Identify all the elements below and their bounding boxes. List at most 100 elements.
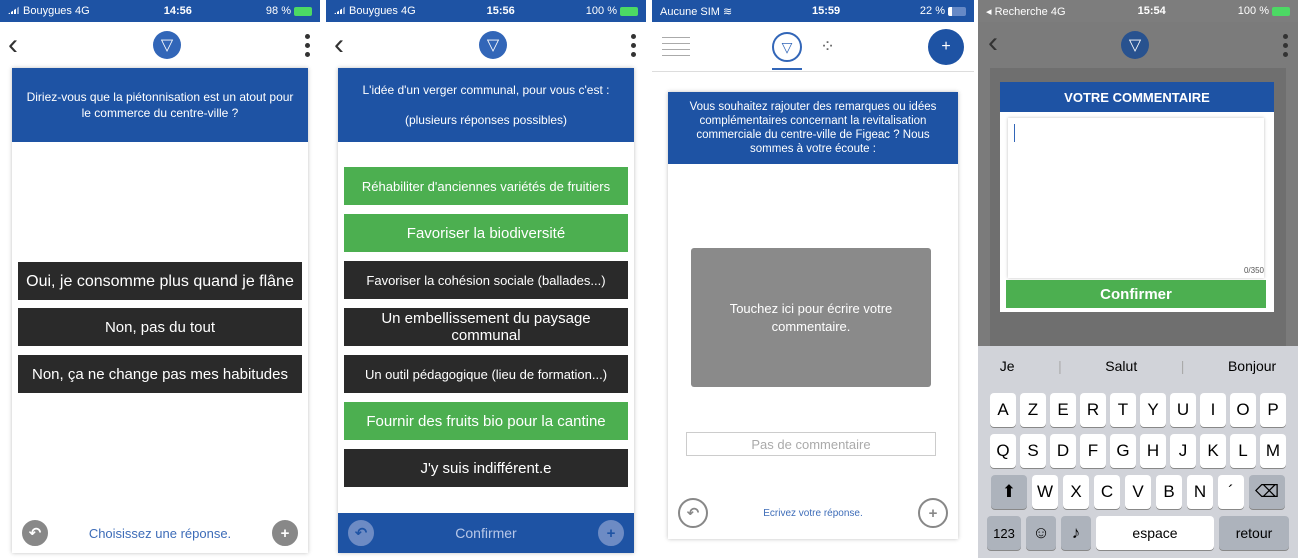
undo-icon[interactable]: ↶ [678, 498, 708, 528]
clock: 14:56 [163, 5, 192, 17]
add-icon[interactable]: + [918, 498, 948, 528]
key[interactable]: I [1200, 393, 1226, 427]
carrier: Aucune SIM [660, 5, 720, 18]
text-cursor [1014, 124, 1015, 142]
key[interactable]: L [1230, 434, 1256, 468]
battery-icon [947, 6, 966, 16]
key[interactable]: Z [1020, 393, 1046, 427]
answer-option-3[interactable]: Favoriser la cohésion sociale (ballades.… [344, 261, 628, 299]
add-icon[interactable]: + [598, 520, 624, 546]
key[interactable]: A [990, 393, 1016, 427]
confirm-button[interactable]: Confirmer [1006, 280, 1266, 308]
shift-key-icon[interactable]: ⬆ [991, 475, 1027, 509]
nav-bar: ‹ ▽ [326, 22, 646, 68]
comment-tap-area[interactable]: Touchez ici pour écrire votre commentair… [691, 248, 931, 387]
answer-option-6[interactable]: Fournir des fruits bio pour la cantine [344, 402, 628, 440]
return-key[interactable]: retour [1219, 516, 1289, 550]
key[interactable]: T [1110, 393, 1136, 427]
comment-field[interactable]: Pas de commentaire [686, 432, 936, 456]
space-key[interactable]: espace [1096, 516, 1214, 550]
answer-option-2[interactable]: Favoriser la biodiversité [344, 214, 628, 252]
card-footer: ↶ Choisissez une réponse. + [12, 513, 308, 553]
battery-percent: 100 % [585, 5, 617, 17]
key[interactable]: W [1032, 475, 1058, 509]
microphone-key-icon[interactable]: ♪ [1061, 516, 1091, 550]
key-row-4: 123 ☺ ♪ espace retour [978, 516, 1298, 550]
suggestion-1[interactable]: Je [1000, 358, 1015, 374]
answer-option-7[interactable]: J'y suis indifférent.e [344, 449, 628, 487]
add-button[interactable]: + [928, 28, 964, 65]
answer-option-2[interactable]: Non, pas du tout [18, 308, 302, 346]
question-text: L'idée d'un verger communal, pour vous c… [362, 83, 610, 97]
char-counter: 0/350 [1243, 266, 1264, 275]
back-icon[interactable]: ‹ [334, 30, 358, 60]
answer-option-4[interactable]: Un embellissement du paysage communal [344, 308, 628, 346]
key[interactable]: Q [990, 434, 1016, 468]
footer-text: Ecrivez votre réponse. [763, 507, 863, 519]
confirm-button[interactable]: Confirmer [455, 525, 516, 541]
key-row-3: ⬆ W X C V B N ´ ⌫ [978, 475, 1298, 509]
carrier: Bouygues 4G [349, 5, 416, 17]
key[interactable]: J [1170, 434, 1196, 468]
screen-2: Bouygues 4G 15:56 100 % ‹ ▽ L'idée d'un … [326, 0, 646, 558]
undo-icon[interactable]: ↶ [22, 520, 48, 546]
keyboard: Je | Salut | Bonjour A Z E R T Y U I O P… [978, 346, 1298, 558]
clock: 15:56 [486, 5, 515, 17]
key[interactable]: E [1050, 393, 1076, 427]
key[interactable]: H [1140, 434, 1166, 468]
screen-3: Aucune SIM ≋ 15:59 22 % ▽ ⁘ + Vous souha… [652, 0, 974, 558]
key[interactable]: Y [1140, 393, 1166, 427]
key[interactable]: M [1260, 434, 1286, 468]
answer-option-1[interactable]: Oui, je consomme plus quand je flâne [18, 262, 302, 300]
question-card: Vous souhaitez rajouter des remarques ou… [668, 92, 958, 539]
key[interactable]: D [1050, 434, 1076, 468]
more-menu-icon [1280, 34, 1290, 57]
question-header: L'idée d'un verger communal, pour vous c… [338, 68, 634, 142]
battery-percent: 100 % [1237, 5, 1269, 17]
answer-option-1[interactable]: Réhabiliter d'anciennes variétés de frui… [344, 167, 628, 205]
numbers-key[interactable]: 123 [987, 516, 1021, 550]
key[interactable]: G [1110, 434, 1136, 468]
status-bar: Bouygues 4G 15:56 100 % [326, 0, 646, 22]
battery-percent: 22 % [919, 5, 945, 17]
key[interactable]: C [1094, 475, 1120, 509]
key[interactable]: P [1260, 393, 1286, 427]
question-card: Diriez-vous que la piétonnisation est un… [12, 68, 308, 553]
menu-icon[interactable] [662, 37, 690, 56]
key[interactable]: F [1080, 434, 1106, 468]
more-menu-icon[interactable] [302, 33, 312, 57]
battery-icon [294, 6, 312, 16]
modal-title: VOTRE COMMENTAIRE [1000, 82, 1274, 112]
signal-icon [8, 6, 20, 14]
back-icon[interactable]: ‹ [8, 30, 32, 60]
carrier: Bouygues 4G [23, 5, 90, 17]
key[interactable]: N [1187, 475, 1213, 509]
battery-icon [1271, 6, 1290, 16]
active-tab-indicator [772, 68, 802, 70]
undo-icon[interactable]: ↶ [348, 520, 374, 546]
key[interactable]: B [1156, 475, 1182, 509]
wifi-icon: ≋ [722, 5, 733, 18]
key[interactable]: V [1125, 475, 1151, 509]
key[interactable]: R [1080, 393, 1106, 427]
add-icon[interactable]: + [271, 520, 298, 546]
backspace-key-icon[interactable]: ⌫ [1249, 475, 1285, 509]
battery-percent: 98 % [265, 5, 291, 17]
comment-textarea[interactable] [1008, 118, 1264, 278]
key[interactable]: O [1230, 393, 1256, 427]
suggestion-2[interactable]: Salut [1105, 358, 1137, 374]
network-icon[interactable]: ⁘ [820, 36, 835, 57]
survey-tab-icon[interactable]: ▽ [772, 32, 802, 62]
suggestion-3[interactable]: Bonjour [1228, 358, 1276, 374]
key[interactable]: ´ [1218, 475, 1244, 509]
key[interactable]: K [1200, 434, 1226, 468]
answer-option-3[interactable]: Non, ça ne change pas mes habitudes [18, 355, 302, 393]
key[interactable]: U [1170, 393, 1196, 427]
emoji-key-icon[interactable]: ☺ [1026, 516, 1056, 550]
more-menu-icon[interactable] [628, 33, 638, 57]
key[interactable]: S [1020, 434, 1046, 468]
card-footer: ↶ Confirmer + [338, 513, 634, 553]
answer-option-5[interactable]: Un outil pédagogique (lieu de formation.… [344, 355, 628, 393]
key[interactable]: X [1063, 475, 1089, 509]
clock: 15:54 [1137, 5, 1166, 17]
